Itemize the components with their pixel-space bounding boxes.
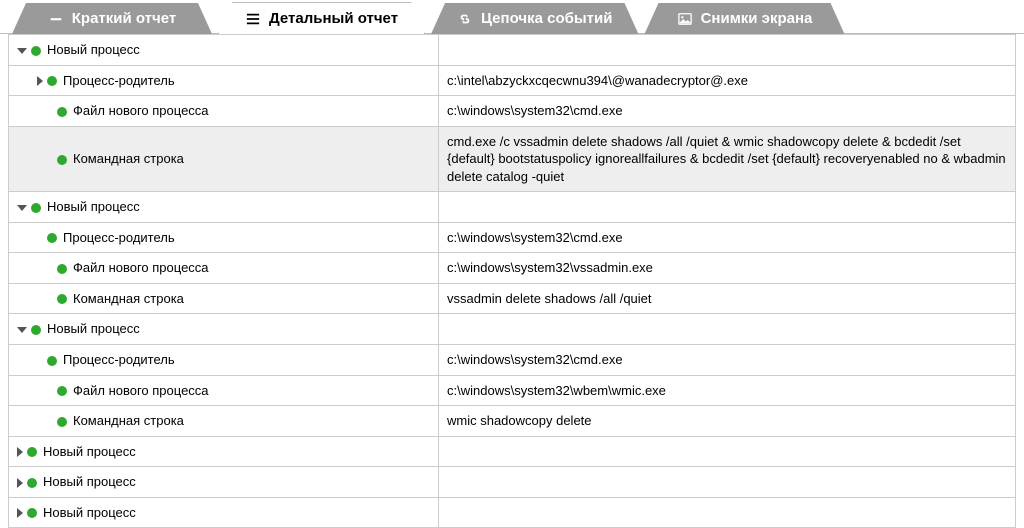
row-value: cmd.exe /c vssadmin delete shadows /all …: [439, 126, 1016, 192]
tab-bar: Краткий отчет Детальный отчет Цепочка со…: [0, 0, 1024, 34]
table-row[interactable]: Командная строка vssadmin delete shadows …: [9, 283, 1016, 314]
row-value: [439, 314, 1016, 345]
table-row[interactable]: Процесс-родитель c:\windows\system32\cmd.…: [9, 222, 1016, 253]
table-row[interactable]: Файл нового процесса c:\windows\system32\…: [9, 253, 1016, 284]
tab-label: Снимки экрана: [701, 10, 813, 27]
row-value: [439, 436, 1016, 467]
row-label: Файл нового процесса: [73, 383, 209, 398]
chain-icon: [457, 11, 473, 27]
status-dot-icon: [31, 46, 41, 56]
status-dot-icon: [31, 325, 41, 335]
tab-chain[interactable]: Цепочка событий: [431, 3, 638, 34]
chevron-right-icon: [17, 447, 23, 457]
tab-label: Цепочка событий: [481, 10, 612, 27]
row-value: c:\windows\system32\cmd.exe: [439, 345, 1016, 376]
table-row[interactable]: Новый процесс: [9, 314, 1016, 345]
status-dot-icon: [57, 417, 67, 427]
row-label: Процесс-родитель: [63, 230, 175, 245]
table-row[interactable]: Новый процесс: [9, 192, 1016, 223]
row-value: c:\windows\system32\vssadmin.exe: [439, 253, 1016, 284]
status-dot-icon: [57, 264, 67, 274]
list-icon: [245, 11, 261, 27]
chevron-right-icon: [17, 478, 23, 488]
table-row[interactable]: Новый процесс: [9, 497, 1016, 528]
status-dot-icon: [27, 508, 37, 518]
table-row[interactable]: Файл нового процесса c:\windows\system32\…: [9, 375, 1016, 406]
events-table: Новый процесс Процесс-родитель c:\intel\ab…: [8, 34, 1016, 528]
row-value: wmic shadowcopy delete: [439, 406, 1016, 437]
chevron-down-icon: [17, 48, 27, 54]
row-label: Новый процесс: [43, 474, 136, 489]
table-row[interactable]: Командная строка cmd.exe /c vssadmin dele…: [9, 126, 1016, 192]
row-value: [439, 192, 1016, 223]
row-value: vssadmin delete shadows /all /quiet: [439, 283, 1016, 314]
row-label: Новый процесс: [47, 42, 140, 57]
row-label: Новый процесс: [47, 321, 140, 336]
status-dot-icon: [47, 233, 57, 243]
status-dot-icon: [57, 386, 67, 396]
status-dot-icon: [57, 155, 67, 165]
row-label: Командная строка: [73, 151, 184, 166]
row-label: Новый процесс: [47, 199, 140, 214]
table-row[interactable]: Командная строка wmic shadowcopy delete: [9, 406, 1016, 437]
status-dot-icon: [27, 447, 37, 457]
status-dot-icon: [47, 76, 57, 86]
table-row[interactable]: Новый процесс: [9, 35, 1016, 66]
row-label: Командная строка: [73, 413, 184, 428]
table-row[interactable]: Файл нового процесса c:\windows\system32\…: [9, 96, 1016, 127]
status-dot-icon: [57, 107, 67, 117]
content-area: Новый процесс Процесс-родитель c:\intel\ab…: [0, 33, 1024, 528]
tab-screenshots[interactable]: Снимки экрана: [644, 3, 844, 34]
minus-icon: [48, 11, 64, 27]
chevron-right-icon: [17, 508, 23, 518]
tab-label: Краткий отчет: [72, 10, 176, 27]
row-value: c:\intel\abzyckxcqecwnu394\@wanadecrypto…: [439, 65, 1016, 96]
row-label: Новый процесс: [43, 444, 136, 459]
row-value: [439, 467, 1016, 498]
chevron-down-icon: [17, 205, 27, 211]
row-label: Командная строка: [73, 291, 184, 306]
tab-detail[interactable]: Детальный отчет: [218, 2, 425, 34]
status-dot-icon: [31, 203, 41, 213]
row-value: c:\windows\system32\cmd.exe: [439, 222, 1016, 253]
table-row[interactable]: Новый процесс: [9, 467, 1016, 498]
row-value: c:\windows\system32\wbem\wmic.exe: [439, 375, 1016, 406]
row-label: Процесс-родитель: [63, 73, 175, 88]
row-value: c:\windows\system32\cmd.exe: [439, 96, 1016, 127]
tab-summary[interactable]: Краткий отчет: [12, 3, 212, 34]
chevron-right-icon: [37, 76, 43, 86]
table-row[interactable]: Процесс-родитель c:\intel\abzyckxcqecwnu3…: [9, 65, 1016, 96]
status-dot-icon: [47, 356, 57, 366]
status-dot-icon: [27, 478, 37, 488]
chevron-down-icon: [17, 327, 27, 333]
row-value: [439, 497, 1016, 528]
status-dot-icon: [57, 294, 67, 304]
row-label: Файл нового процесса: [73, 103, 209, 118]
row-label: Файл нового процесса: [73, 260, 209, 275]
table-row[interactable]: Новый процесс: [9, 436, 1016, 467]
row-value: [439, 35, 1016, 66]
tab-label: Детальный отчет: [269, 10, 398, 27]
image-icon: [677, 11, 693, 27]
table-row[interactable]: Процесс-родитель c:\windows\system32\cmd.…: [9, 345, 1016, 376]
row-label: Процесс-родитель: [63, 352, 175, 367]
row-label: Новый процесс: [43, 505, 136, 520]
